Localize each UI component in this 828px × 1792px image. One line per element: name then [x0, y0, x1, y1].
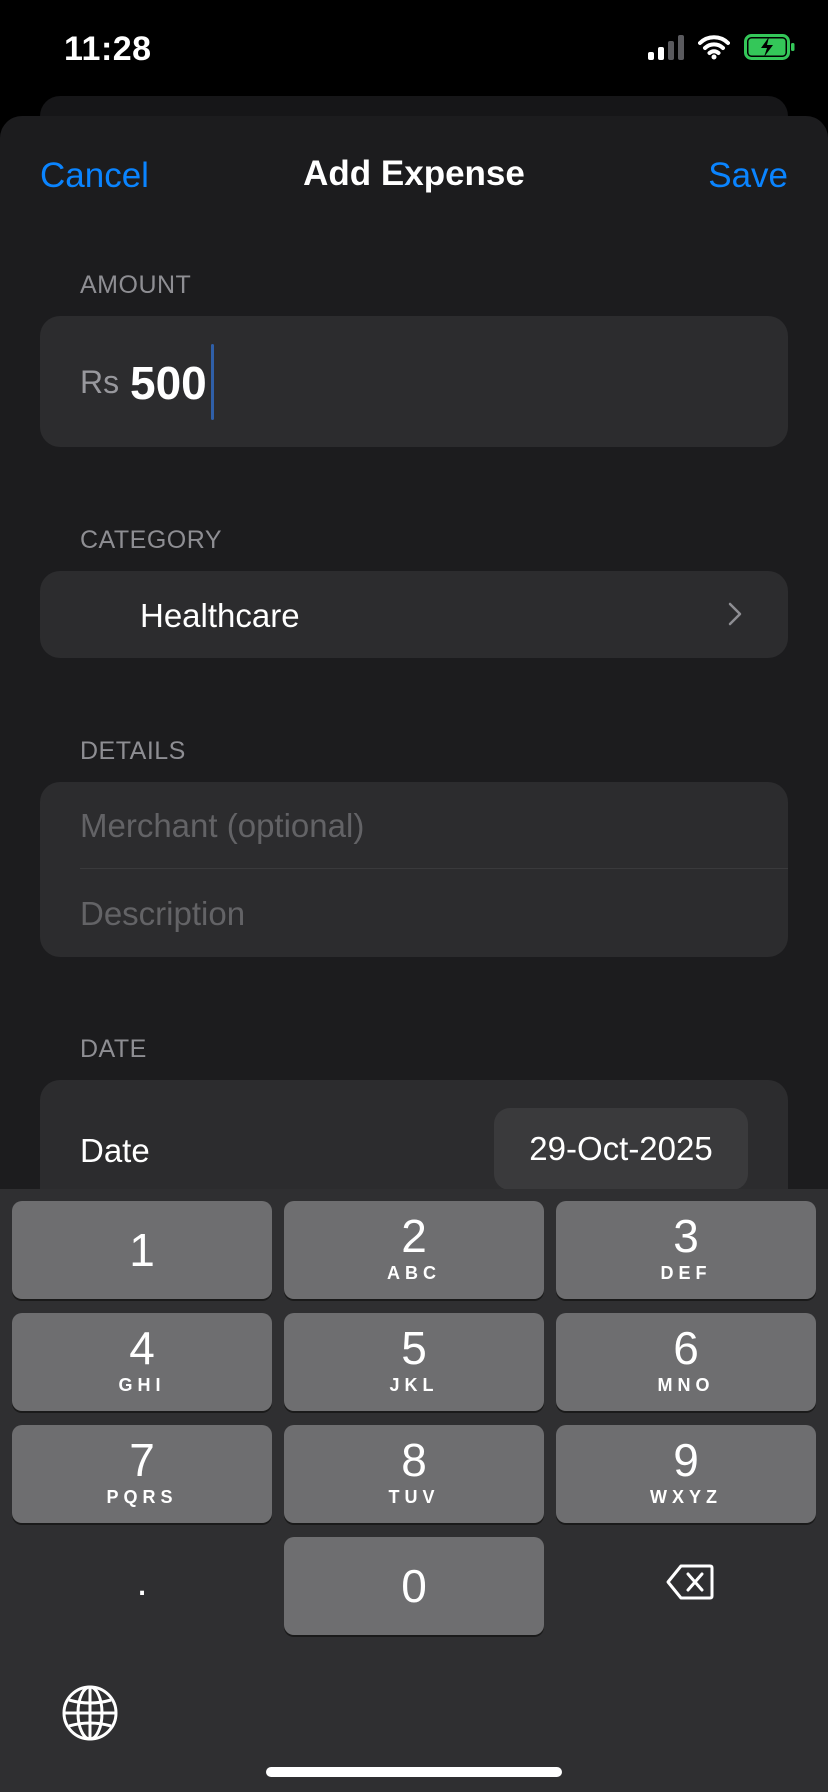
key-letters: DEF — [660, 1263, 712, 1283]
details-group — [40, 782, 788, 957]
key-4[interactable]: 4 GHI — [12, 1313, 272, 1411]
description-input[interactable] — [80, 884, 748, 944]
key-decimal[interactable]: . — [12, 1533, 272, 1631]
key-3[interactable]: 3 DEF — [556, 1201, 816, 1299]
key-digit: 7 — [129, 1434, 155, 1486]
key-6[interactable]: 6 MNO — [556, 1313, 816, 1411]
text-cursor — [211, 344, 214, 420]
key-0[interactable]: 0 — [284, 1537, 544, 1635]
key-letters: JKL — [389, 1375, 439, 1395]
details-section-label: DETAILS — [80, 737, 186, 765]
key-letters: GHI — [118, 1375, 166, 1395]
save-button[interactable]: Save — [708, 156, 788, 196]
key-5[interactable]: 5 JKL — [284, 1313, 544, 1411]
home-indicator — [266, 1767, 562, 1777]
chevron-right-icon — [728, 602, 742, 626]
status-icons — [648, 34, 796, 60]
merchant-input[interactable] — [80, 796, 748, 856]
numeric-keyboard: 1 2 ABC 3 DEF 4 GHI 5 JKL 6 MNO 7 PQRS 8… — [0, 1189, 828, 1792]
globe-icon[interactable] — [60, 1683, 120, 1743]
date-section-label: DATE — [80, 1035, 147, 1063]
category-value: Healthcare — [140, 597, 300, 634]
amount-value[interactable]: 500 — [130, 356, 207, 410]
delete-key[interactable] — [556, 1533, 816, 1631]
page-title: Add Expense — [303, 154, 525, 193]
key-1[interactable]: 1 — [12, 1201, 272, 1299]
key-9[interactable]: 9 WXYZ — [556, 1425, 816, 1523]
category-section-label: CATEGORY — [80, 526, 222, 554]
key-letters: WXYZ — [650, 1487, 722, 1507]
currency-label: Rs — [80, 364, 120, 400]
key-2[interactable]: 2 ABC — [284, 1201, 544, 1299]
divider — [80, 868, 788, 869]
key-digit: 8 — [401, 1434, 427, 1486]
key-digit: 9 — [673, 1434, 699, 1486]
key-letters: MNO — [657, 1375, 715, 1395]
key-digit: 3 — [673, 1210, 699, 1262]
wifi-icon — [698, 35, 730, 60]
key-digit: 2 — [401, 1210, 427, 1262]
date-picker-button[interactable]: 29-Oct-2025 — [494, 1108, 748, 1190]
key-digit: 6 — [673, 1322, 699, 1374]
status-bar: 11:28 — [0, 0, 828, 100]
backspace-icon — [666, 1564, 714, 1600]
key-digit: 4 — [129, 1322, 155, 1374]
cellular-signal-icon — [648, 34, 684, 60]
key-letters: ABC — [387, 1263, 441, 1283]
date-label: Date — [80, 1132, 150, 1169]
key-letters: PQRS — [106, 1487, 178, 1507]
key-letters: TUV — [388, 1487, 440, 1507]
key-digit: 5 — [401, 1322, 427, 1374]
key-7[interactable]: 7 PQRS — [12, 1425, 272, 1523]
amount-field[interactable]: Rs 500 — [40, 316, 788, 447]
battery-charging-icon — [744, 34, 795, 60]
category-picker[interactable]: Healthcare — [40, 571, 788, 658]
key-8[interactable]: 8 TUV — [284, 1425, 544, 1523]
key-digit: 0 — [401, 1560, 427, 1612]
status-time: 11:28 — [64, 30, 152, 68]
key-digit: 1 — [129, 1224, 155, 1276]
amount-section-label: AMOUNT — [80, 271, 192, 299]
